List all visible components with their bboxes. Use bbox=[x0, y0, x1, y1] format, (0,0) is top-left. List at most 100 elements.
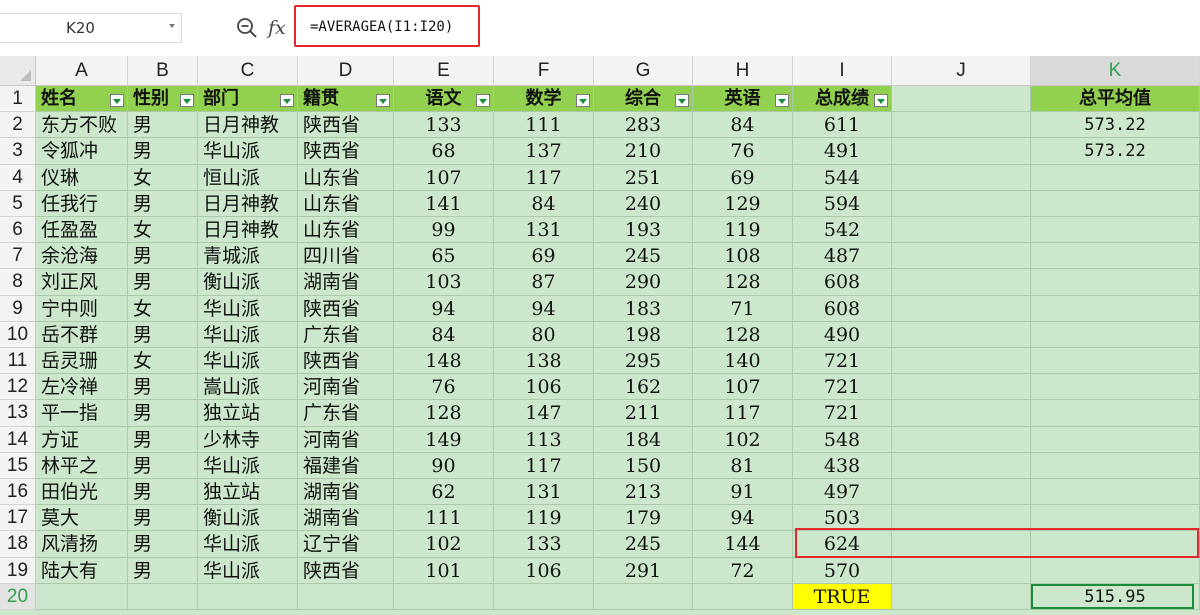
cell-G10[interactable]: 198 bbox=[594, 321, 693, 348]
cell-B9[interactable]: 女 bbox=[128, 295, 198, 322]
cell-E10[interactable]: 84 bbox=[394, 321, 494, 348]
cell-A17[interactable]: 莫大 bbox=[36, 505, 128, 532]
cell-K1[interactable]: 总平均值 bbox=[1031, 86, 1200, 113]
cell-B1[interactable]: 性别 bbox=[128, 86, 198, 113]
cell-C10[interactable]: 华山派 bbox=[198, 321, 298, 348]
cell-B12[interactable]: 男 bbox=[128, 374, 198, 401]
select-all-corner[interactable] bbox=[0, 56, 36, 86]
cell-E7[interactable]: 65 bbox=[394, 243, 494, 270]
cell-A11[interactable]: 岳灵珊 bbox=[36, 348, 128, 375]
cell-F9[interactable]: 94 bbox=[494, 295, 594, 322]
cell-H13[interactable]: 117 bbox=[693, 400, 793, 427]
cell-C6[interactable]: 日月神教 bbox=[198, 217, 298, 244]
cell-H6[interactable]: 119 bbox=[693, 217, 793, 244]
cell-G17[interactable]: 179 bbox=[594, 505, 693, 532]
filter-dropdown-icon[interactable] bbox=[180, 94, 194, 107]
cell-K6[interactable] bbox=[1031, 217, 1200, 244]
cell-D8[interactable]: 湖南省 bbox=[298, 269, 394, 296]
row-header-9[interactable]: 9 bbox=[0, 295, 36, 322]
cell-E19[interactable]: 101 bbox=[394, 557, 494, 584]
row-header-12[interactable]: 12 bbox=[0, 374, 36, 401]
cell-J18[interactable] bbox=[892, 531, 1031, 558]
column-header-A[interactable]: A bbox=[36, 56, 128, 86]
column-header-G[interactable]: G bbox=[594, 56, 693, 86]
cell-F13[interactable]: 147 bbox=[494, 400, 594, 427]
column-header-E[interactable]: E bbox=[394, 56, 494, 86]
cell-I10[interactable]: 490 bbox=[793, 321, 892, 348]
cell-E2[interactable]: 133 bbox=[394, 112, 494, 139]
row-header-7[interactable]: 7 bbox=[0, 243, 36, 270]
cell-J13[interactable] bbox=[892, 400, 1031, 427]
cell-F16[interactable]: 131 bbox=[494, 479, 594, 506]
cell-H20[interactable] bbox=[693, 583, 793, 610]
cell-A1[interactable]: 姓名 bbox=[36, 86, 128, 113]
cell-D1[interactable]: 籍贯 bbox=[298, 86, 394, 113]
cell-I5[interactable]: 594 bbox=[793, 190, 892, 217]
cell-A20[interactable] bbox=[36, 583, 128, 610]
cell-F19[interactable]: 106 bbox=[494, 557, 594, 584]
cell-G7[interactable]: 245 bbox=[594, 243, 693, 270]
cell-F5[interactable]: 84 bbox=[494, 190, 594, 217]
cell-K9[interactable] bbox=[1031, 295, 1200, 322]
cell-G13[interactable]: 211 bbox=[594, 400, 693, 427]
cell-A7[interactable]: 余沧海 bbox=[36, 243, 128, 270]
cell-B6[interactable]: 女 bbox=[128, 217, 198, 244]
cell-E11[interactable]: 148 bbox=[394, 348, 494, 375]
cell-K18[interactable] bbox=[1031, 531, 1200, 558]
cell-F7[interactable]: 69 bbox=[494, 243, 594, 270]
cell-I1[interactable]: 总成绩 bbox=[793, 86, 892, 113]
row-header-10[interactable]: 10 bbox=[0, 321, 36, 348]
cell-F18[interactable]: 133 bbox=[494, 531, 594, 558]
cell-H17[interactable]: 94 bbox=[693, 505, 793, 532]
cell-F15[interactable]: 117 bbox=[494, 452, 594, 479]
cell-G15[interactable]: 150 bbox=[594, 452, 693, 479]
cell-D6[interactable]: 山东省 bbox=[298, 217, 394, 244]
cell-B15[interactable]: 男 bbox=[128, 452, 198, 479]
cell-I12[interactable]: 721 bbox=[793, 374, 892, 401]
cell-A5[interactable]: 任我行 bbox=[36, 190, 128, 217]
cell-H4[interactable]: 69 bbox=[693, 164, 793, 191]
cell-F3[interactable]: 137 bbox=[494, 138, 594, 165]
cell-F8[interactable]: 87 bbox=[494, 269, 594, 296]
cell-H9[interactable]: 71 bbox=[693, 295, 793, 322]
cell-K19[interactable] bbox=[1031, 557, 1200, 584]
cell-H16[interactable]: 91 bbox=[693, 479, 793, 506]
cell-J12[interactable] bbox=[892, 374, 1031, 401]
cell-C17[interactable]: 衡山派 bbox=[198, 505, 298, 532]
cell-G3[interactable]: 210 bbox=[594, 138, 693, 165]
cell-C12[interactable]: 嵩山派 bbox=[198, 374, 298, 401]
cell-K10[interactable] bbox=[1031, 321, 1200, 348]
cell-C16[interactable]: 独立站 bbox=[198, 479, 298, 506]
row-header-5[interactable]: 5 bbox=[0, 190, 36, 217]
cell-I17[interactable]: 503 bbox=[793, 505, 892, 532]
filter-dropdown-icon[interactable] bbox=[110, 94, 124, 107]
filter-dropdown-icon[interactable] bbox=[874, 94, 888, 107]
cell-I3[interactable]: 491 bbox=[793, 138, 892, 165]
cell-D14[interactable]: 河南省 bbox=[298, 426, 394, 453]
cell-A2[interactable]: 东方不败 bbox=[36, 112, 128, 139]
cell-I8[interactable]: 608 bbox=[793, 269, 892, 296]
cell-K17[interactable] bbox=[1031, 505, 1200, 532]
cell-E9[interactable]: 94 bbox=[394, 295, 494, 322]
cell-I13[interactable]: 721 bbox=[793, 400, 892, 427]
cell-A4[interactable]: 仪琳 bbox=[36, 164, 128, 191]
cell-C4[interactable]: 恒山派 bbox=[198, 164, 298, 191]
cell-J3[interactable] bbox=[892, 138, 1031, 165]
row-header-6[interactable]: 6 bbox=[0, 217, 36, 244]
cell-A9[interactable]: 宁中则 bbox=[36, 295, 128, 322]
cell-J16[interactable] bbox=[892, 479, 1031, 506]
cell-D15[interactable]: 福建省 bbox=[298, 452, 394, 479]
cell-B18[interactable]: 男 bbox=[128, 531, 198, 558]
cell-C8[interactable]: 衡山派 bbox=[198, 269, 298, 296]
cell-D18[interactable]: 辽宁省 bbox=[298, 531, 394, 558]
cell-J10[interactable] bbox=[892, 321, 1031, 348]
cell-I11[interactable]: 721 bbox=[793, 348, 892, 375]
filter-dropdown-icon[interactable] bbox=[576, 94, 590, 107]
cell-C18[interactable]: 华山派 bbox=[198, 531, 298, 558]
cell-D4[interactable]: 山东省 bbox=[298, 164, 394, 191]
cell-F12[interactable]: 106 bbox=[494, 374, 594, 401]
cell-B7[interactable]: 男 bbox=[128, 243, 198, 270]
cell-E3[interactable]: 68 bbox=[394, 138, 494, 165]
row-header-3[interactable]: 3 bbox=[0, 138, 36, 165]
cell-E20[interactable] bbox=[394, 583, 494, 610]
